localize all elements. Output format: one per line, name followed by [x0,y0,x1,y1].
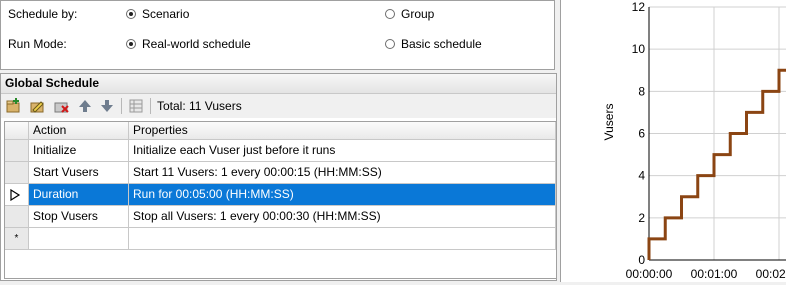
y-tick-label: 10 [632,42,646,56]
group-radio-label[interactable]: Group [401,7,434,21]
delete-action-icon[interactable] [53,98,69,114]
x-tick-label: 00:02:00 [756,267,786,281]
new-row-marker[interactable]: * [5,228,29,250]
scenario-radio[interactable] [126,9,136,19]
vusers-step-chart: 0 2 4 6 8 10 12 00:00:00 00:01:00 00:02:00 Vusers [561,0,786,282]
global-schedule-toolbar: Total: 11 Vusers [1,94,556,118]
y-tick-label: 2 [638,211,645,225]
radio-selected-dot [129,12,133,16]
total-vusers-label: Total: 11 Vusers [157,99,242,113]
schedule-options-panel: Schedule by: Scenario Group Run Mode: Re… [0,0,555,70]
group-radio[interactable] [385,9,395,19]
y-tick-label: 8 [638,84,645,98]
row-header[interactable] [5,140,29,162]
y-tick-label: 4 [638,169,645,183]
x-tick-label: 00:01:00 [691,267,738,281]
grid-view-icon[interactable] [128,98,144,114]
current-row-arrow-icon [9,189,21,201]
real-world-schedule-label[interactable]: Real-world schedule [142,37,251,51]
action-cell[interactable]: Start Vusers [29,162,129,184]
radio-selected-dot [129,42,133,46]
new-properties-cell[interactable] [129,228,556,250]
move-up-icon[interactable] [77,98,93,114]
y-tick-label: 12 [632,0,646,14]
schedule-graph-panel: 0 2 4 6 8 10 12 00:00:00 00:01:00 00:02:00 Vusers [560,0,786,282]
run-mode-label: Run Mode: [8,37,67,51]
toolbar-separator [121,98,122,114]
row-header-current[interactable] [5,184,29,206]
vusers-series-line [649,28,786,260]
schedule-by-label: Schedule by: [8,7,77,21]
real-world-schedule-radio[interactable] [126,39,136,49]
row-header[interactable] [5,162,29,184]
scenario-radio-label[interactable]: Scenario [142,7,189,21]
action-cell[interactable]: Initialize [29,140,129,162]
x-tick-label: 00:00:00 [626,267,673,281]
y-axis-label: Vusers [602,104,616,141]
grid-corner-header [5,122,29,140]
toolbar-separator [150,98,151,114]
move-down-icon[interactable] [99,98,115,114]
action-cell[interactable]: Stop Vusers [29,206,129,228]
action-column-header[interactable]: Action [29,122,129,140]
new-action-cell[interactable] [29,228,129,250]
properties-column-header[interactable]: Properties [129,122,556,140]
global-schedule-panel: Global Schedule Total: 11 Vusers Action … [0,73,557,281]
edit-action-icon[interactable] [29,98,45,114]
add-action-icon[interactable] [5,98,21,114]
action-cell-selected[interactable]: Duration [29,184,129,206]
y-tick-label: 0 [638,253,645,267]
properties-cell-selected[interactable]: Run for 00:05:00 (HH:MM:SS) [129,184,556,206]
properties-cell[interactable]: Stop all Vusers: 1 every 00:00:30 (HH:MM… [129,206,556,228]
global-schedule-title: Global Schedule [5,76,99,90]
basic-schedule-label[interactable]: Basic schedule [401,37,482,51]
schedule-grid: Action Properties Initialize Initialize … [4,121,557,279]
basic-schedule-radio[interactable] [385,39,395,49]
row-header[interactable] [5,206,29,228]
y-tick-label: 6 [638,127,645,141]
properties-cell[interactable]: Initialize each Vuser just before it run… [129,140,556,162]
global-schedule-header: Global Schedule [1,74,556,94]
properties-cell[interactable]: Start 11 Vusers: 1 every 00:00:15 (HH:MM… [129,162,556,184]
